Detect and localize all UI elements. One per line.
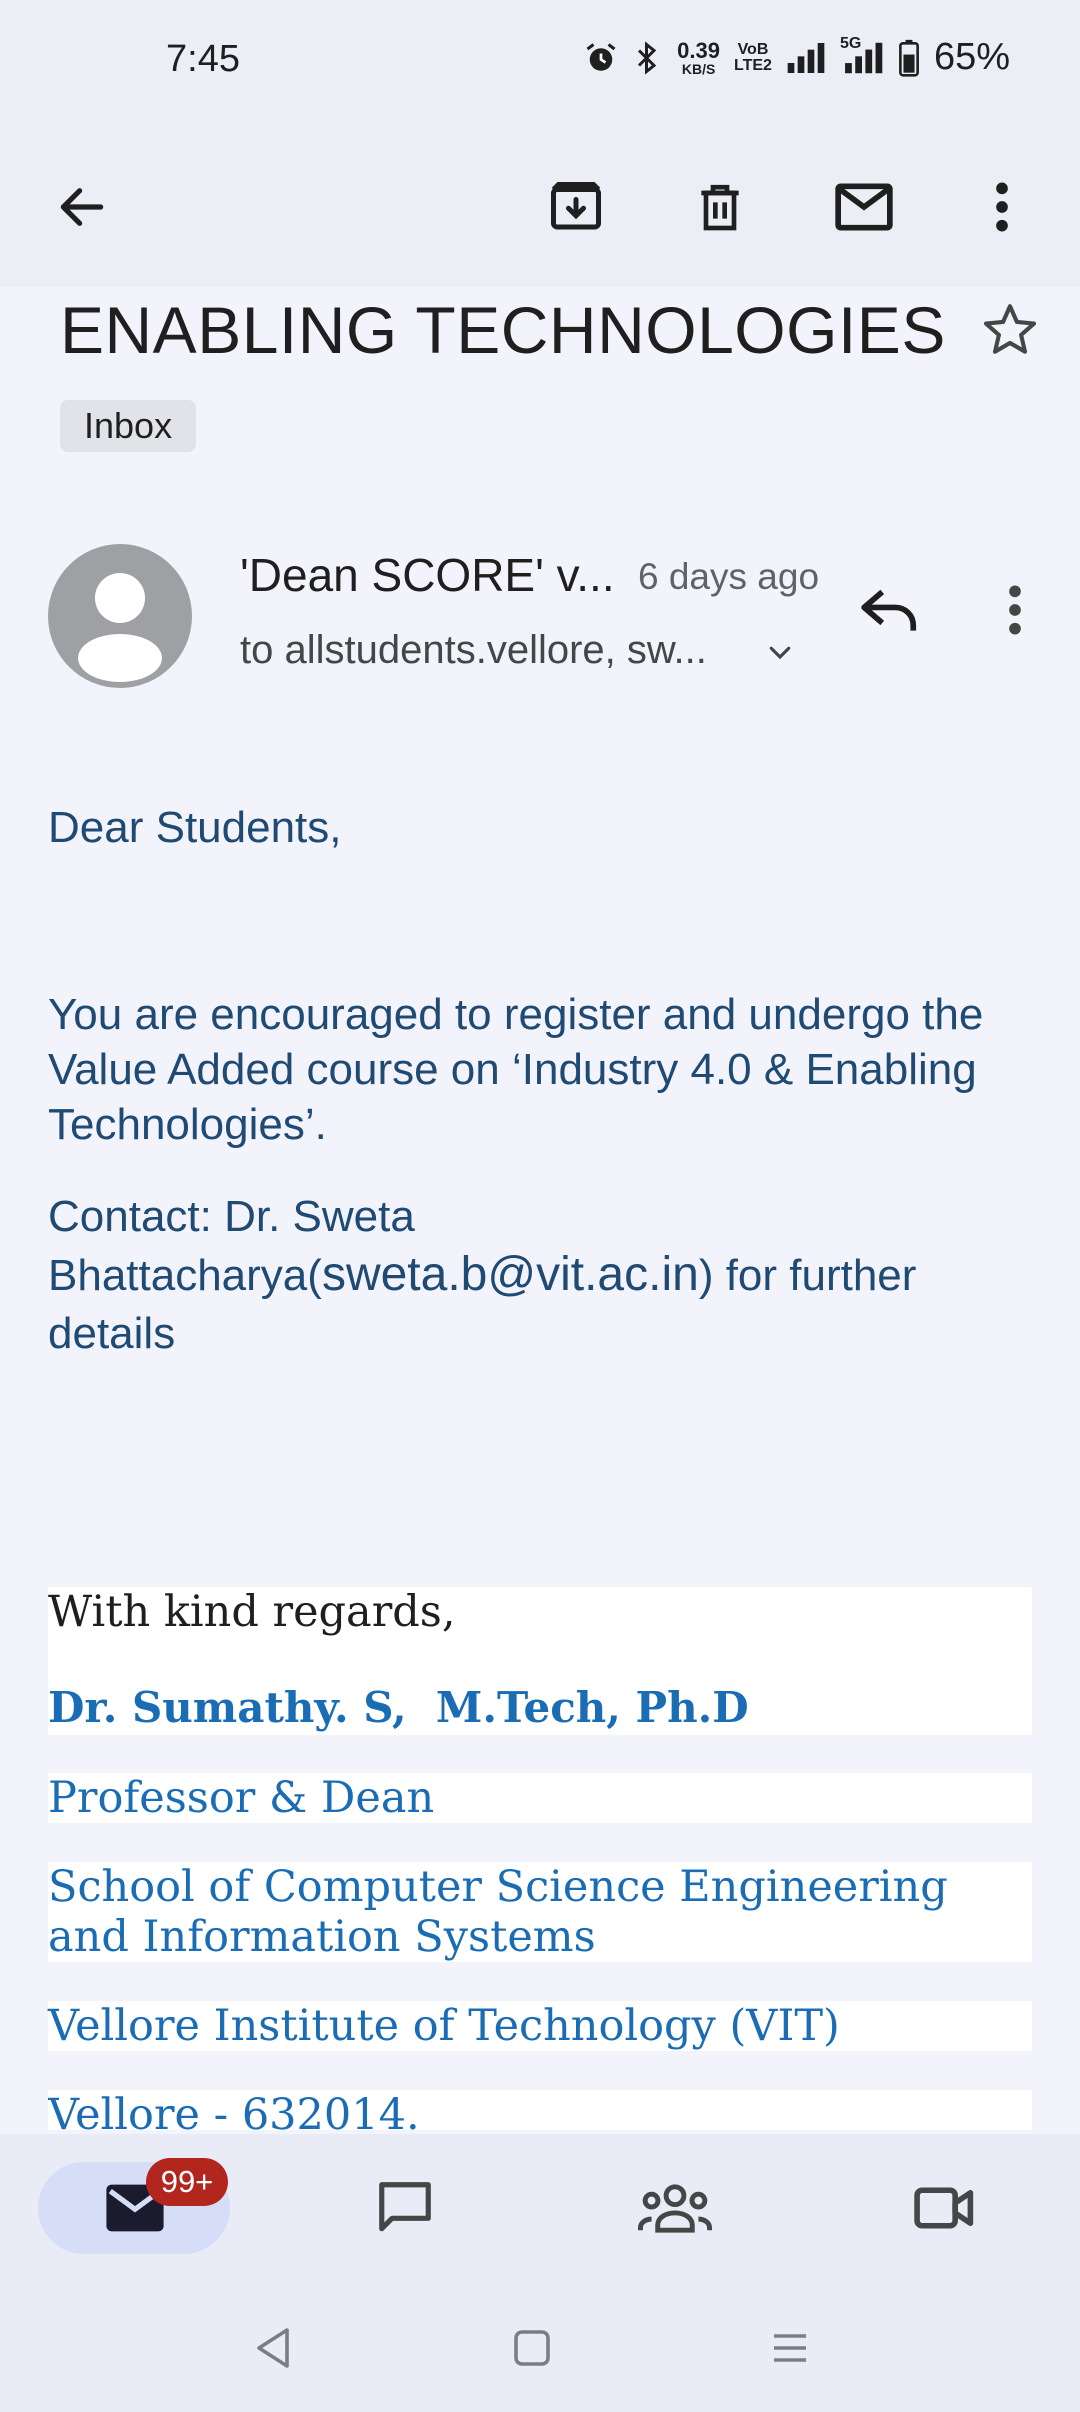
battery-percent: 65% <box>933 36 1010 78</box>
bluetooth-icon <box>633 40 663 76</box>
mail-unread-badge: 99+ <box>146 2158 228 2206</box>
net-speed: 0.39 KB/S <box>677 37 720 77</box>
inbox-label-chip[interactable]: Inbox <box>60 400 197 452</box>
volte-icon: VoB LTE2 <box>734 40 772 74</box>
signature-institute: Vellore Institute of Technology (VIT) <box>48 2001 1032 2051</box>
star-button[interactable] <box>970 290 1050 370</box>
volte-bottom: LTE2 <box>734 56 772 74</box>
recipients[interactable]: to allstudents.vellore, sw... <box>240 628 707 673</box>
signature-title: Professor & Dean <box>48 1773 1032 1823</box>
signature-name: Dr. Sumathy. S, M.Tech, Ph.D <box>48 1683 749 1732</box>
signature-school: School of Computer Science Engineering a… <box>48 1862 1032 1962</box>
sender-name[interactable]: 'Dean SCORE' v... <box>240 548 615 602</box>
email-paragraph-2: Contact: Dr. Sweta Bhattacharya(sweta.b@… <box>48 1188 1048 1363</box>
email-paragraph-1: You are encouraged to register and under… <box>48 990 984 1149</box>
email-subject: ENABLING TECHNOLOGIES <box>60 293 946 367</box>
triangle-back-icon <box>257 2328 289 2368</box>
nav-chat[interactable] <box>360 2168 450 2248</box>
signal-icon-5g: 5G <box>840 35 884 75</box>
email-greeting: Dear Students, <box>48 803 342 852</box>
meet-icon <box>914 2187 974 2229</box>
archive-button[interactable] <box>534 165 618 249</box>
signal-icon-1 <box>786 41 826 75</box>
spaces-icon <box>638 2184 712 2233</box>
archive-icon <box>551 182 601 230</box>
delete-button[interactable] <box>678 165 762 249</box>
system-back-button[interactable] <box>238 2313 308 2383</box>
net-speed-value: 0.39 <box>677 37 720 63</box>
signature-city: Vellore - 632014. <box>48 2090 1032 2130</box>
square-home-icon <box>514 2330 550 2366</box>
alarm-icon <box>583 40 619 76</box>
expand-details-button[interactable] <box>760 632 800 672</box>
signature-regards: With kind regards, <box>48 1587 456 1637</box>
back-arrow-icon <box>60 188 104 226</box>
nav-spaces[interactable] <box>630 2168 720 2248</box>
contact-email-link[interactable]: sweta.b@vit.ac.in <box>322 1248 699 1301</box>
chevron-down-icon <box>769 646 791 660</box>
star-icon <box>983 304 1037 354</box>
volte-top: VoB <box>737 40 769 58</box>
net-speed-unit: KB/S <box>681 60 716 77</box>
signature-header: With kind regards, Dr. Sumathy. S, M.Tec… <box>48 1587 1032 1735</box>
mark-unread-icon <box>835 183 893 231</box>
mark-unread-button[interactable] <box>822 165 906 249</box>
system-recents-button[interactable] <box>755 2313 825 2383</box>
delete-icon <box>701 184 739 231</box>
reply-button[interactable] <box>850 570 930 650</box>
sent-time: 6 days ago <box>638 556 820 597</box>
top-toolbar <box>0 125 1080 287</box>
status-time: 7:45 <box>166 38 240 80</box>
menu-recents-icon <box>774 2334 806 2362</box>
battery-icon <box>898 39 920 77</box>
reply-icon <box>861 589 917 631</box>
more-vert-icon <box>1009 585 1021 635</box>
system-home-button[interactable] <box>497 2313 567 2383</box>
more-options-button[interactable] <box>960 165 1044 249</box>
network-5g-label: 5G <box>839 34 862 52</box>
avatar[interactable] <box>48 544 192 688</box>
chat-icon <box>379 2182 431 2232</box>
back-button[interactable] <box>40 165 124 249</box>
nav-meet[interactable] <box>900 2168 990 2248</box>
more-vert-icon <box>996 182 1008 232</box>
person-icon <box>78 573 162 682</box>
status-icons: 0.39 KB/S VoB LTE2 5G 65% <box>583 35 1010 79</box>
message-more-button[interactable] <box>975 570 1055 650</box>
